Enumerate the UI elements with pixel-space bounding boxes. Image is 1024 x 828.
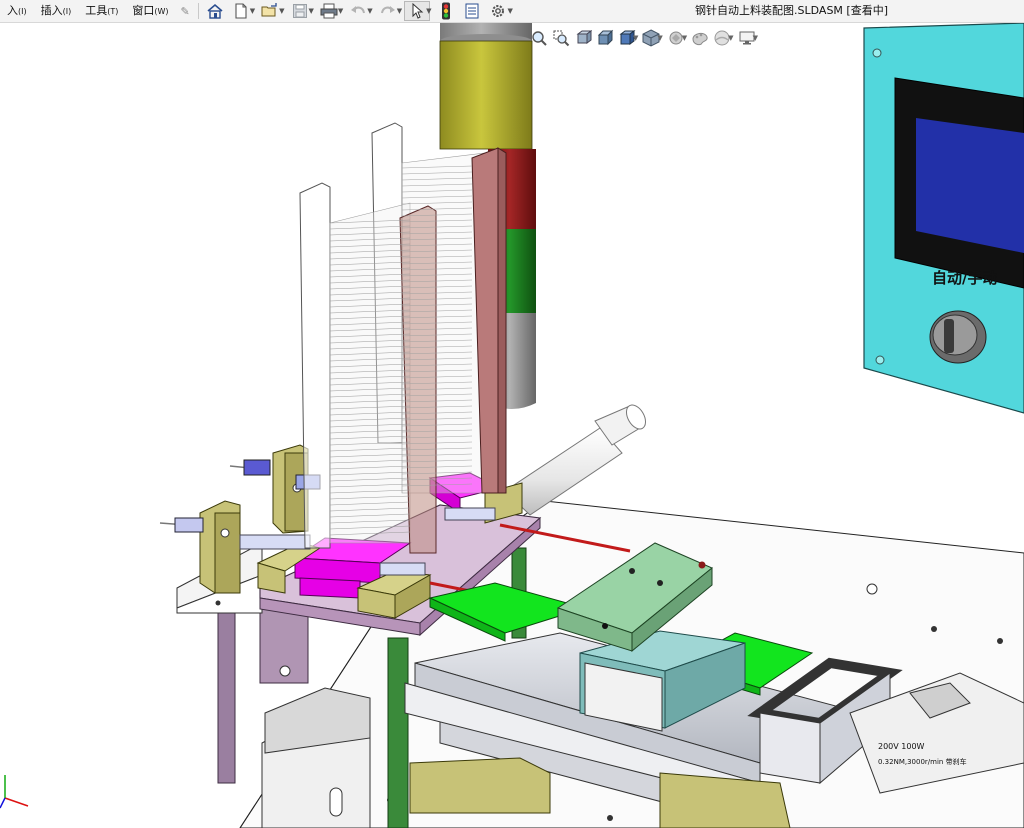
menu-item-tools[interactable]: 工具(T) [78,0,125,23]
coordinate-triad-icon [0,775,29,809]
mode-selector-knob[interactable] [929,310,987,364]
chevron-down-icon[interactable]: ▼ [507,7,512,15]
menu-item-window[interactable]: 窗口(W) [125,0,175,23]
pin-icon[interactable]: ✎ [176,5,195,18]
home-icon[interactable] [202,1,228,21]
traffic-light-icon[interactable] [433,1,459,21]
toolbar-separator [197,3,199,19]
window-title: 钢针自动上料装配图.SLDASM [查看中] [695,4,888,17]
file-properties-icon[interactable] [459,1,485,21]
chevron-down-icon[interactable]: ▼ [338,7,343,15]
chevron-down-icon[interactable]: ▼ [309,7,314,15]
chevron-down-icon[interactable]: ▼ [367,7,372,15]
motor-label-line1: 200V 100W [878,742,925,751]
graphics-area[interactable]: 自动/手动 200V 100W 0.32NM,3000r/min 带刹车 [0,23,1024,828]
menu-item-insert-partial[interactable]: 入(I) [0,0,34,23]
pneumatic-tube [504,404,646,516]
chevron-down-icon[interactable]: ▼ [279,7,284,15]
menu-item-insert[interactable]: 插入(I) [34,0,79,23]
chevron-down-icon[interactable]: ▼ [250,7,255,15]
mode-switch-label: 自动/手动 [932,269,997,287]
chevron-down-icon[interactable]: ▼ [426,7,431,15]
needle-magazine [299,122,507,554]
motor-label-line2: 0.32NM,3000r/min 带刹车 [878,757,967,766]
control-panel: 自动/手动 [863,23,1024,414]
chevron-down-icon[interactable]: ▼ [397,7,402,15]
